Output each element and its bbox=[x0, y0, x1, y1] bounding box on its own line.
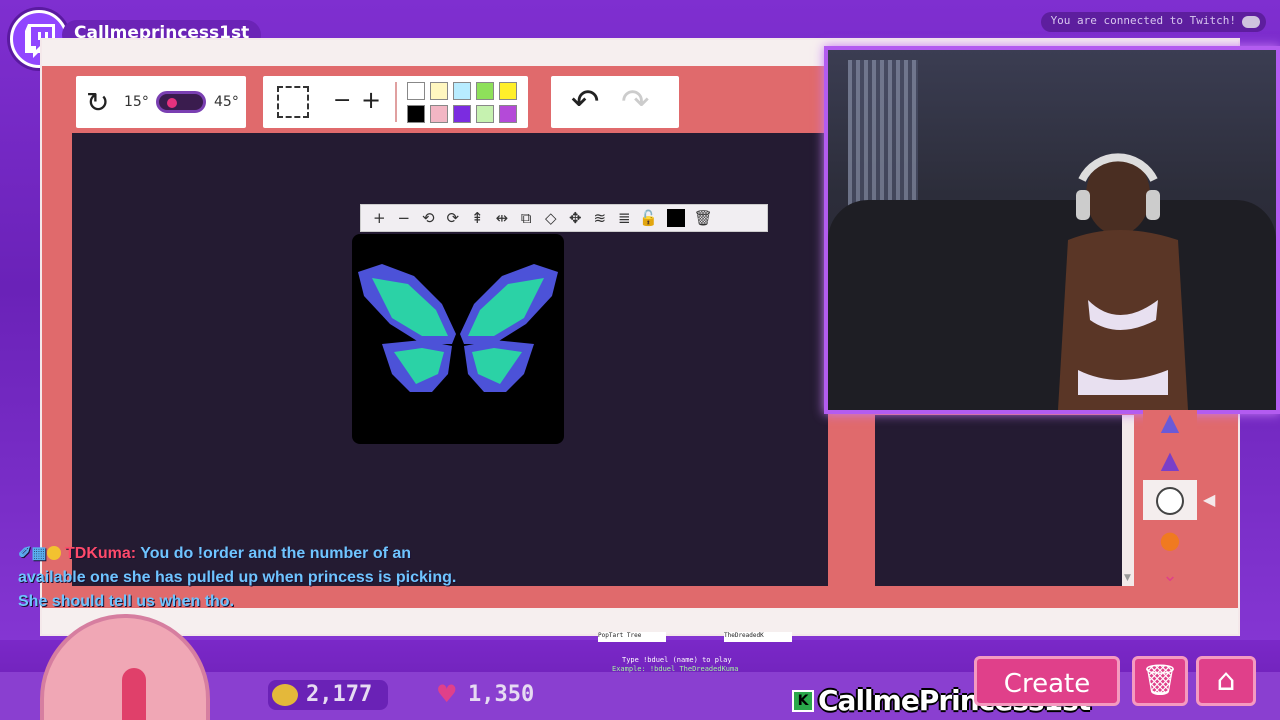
kick-icon: K bbox=[792, 690, 814, 712]
gauge-needle bbox=[122, 668, 146, 720]
duel-player-1: PopTart Tree bbox=[598, 632, 666, 642]
witch-hat-icon[interactable]: ▲ bbox=[1143, 440, 1197, 480]
duplicate-icon[interactable]: ⧉ bbox=[514, 209, 539, 227]
webcam-feed bbox=[824, 46, 1280, 414]
rotation-min-label: 15° bbox=[124, 94, 149, 110]
color-swatch[interactable] bbox=[476, 105, 494, 123]
zoom-out-button[interactable]: − bbox=[333, 88, 351, 113]
coin-count: 2,177 bbox=[306, 682, 373, 707]
toolbar-divider bbox=[395, 82, 397, 122]
connection-status: You are connected to Twitch! bbox=[1040, 12, 1266, 32]
rotation-toggle-knob[interactable] bbox=[167, 98, 177, 108]
layers-icon[interactable]: ≣ bbox=[612, 209, 637, 227]
edit-toolbar: − + bbox=[263, 76, 528, 128]
undo-icon[interactable]: ↶ bbox=[571, 82, 600, 122]
color-swatch[interactable] bbox=[453, 105, 471, 123]
chat-username: TDKuma: bbox=[64, 545, 137, 562]
trash-icon[interactable]: 🗑 bbox=[1132, 656, 1188, 706]
color-swatch[interactable] bbox=[407, 82, 425, 100]
rotation-step-toggle[interactable] bbox=[156, 91, 206, 113]
layer-up-icon[interactable]: ≋ bbox=[588, 209, 613, 227]
panel-scrollbar[interactable] bbox=[1122, 415, 1134, 586]
item-preview-panel bbox=[875, 415, 1122, 586]
circle-tool-icon[interactable] bbox=[1143, 480, 1197, 520]
chevron-down-icon[interactable]: ⌄ bbox=[1143, 556, 1197, 596]
color-swatch[interactable] bbox=[499, 82, 517, 100]
remove-icon[interactable]: − bbox=[392, 209, 417, 227]
color-swatch[interactable] bbox=[430, 105, 448, 123]
duel-example: Example: !bduel TheDreadedKuma bbox=[612, 665, 739, 673]
duel-instruction: Type !bduel (name) to play bbox=[622, 656, 732, 664]
rotate-icon[interactable]: ↻ bbox=[86, 86, 109, 119]
history-toolbar: ↶ ↷ bbox=[551, 76, 679, 128]
add-icon[interactable]: + bbox=[367, 209, 392, 227]
zoom-in-button[interactable]: + bbox=[361, 86, 381, 114]
chat-badge-icons: ✐▦ bbox=[18, 545, 47, 562]
rotate-left-icon[interactable]: ⟲ bbox=[416, 209, 441, 227]
color-swatch[interactable] bbox=[430, 82, 448, 100]
redo-icon[interactable]: ↷ bbox=[621, 82, 650, 122]
trash-icon[interactable]: 🗑 bbox=[691, 209, 716, 227]
butterfly-artwork[interactable] bbox=[352, 234, 564, 444]
rotation-max-label: 45° bbox=[214, 94, 239, 110]
chat-badge-icon bbox=[46, 546, 61, 560]
selection-tool-icon[interactable] bbox=[277, 86, 309, 118]
duel-overlay: PopTart Tree TheDreadedK Type !bduel (na… bbox=[598, 632, 798, 676]
scroll-down-arrow-icon[interactable]: ▼ bbox=[1124, 573, 1131, 583]
flip-vertical-icon[interactable]: ⇞ bbox=[465, 209, 490, 227]
flip-horizontal-icon[interactable]: ⇹ bbox=[490, 209, 515, 227]
color-swatch[interactable] bbox=[407, 105, 425, 123]
create-button[interactable]: Create bbox=[974, 656, 1120, 706]
selected-indicator-icon: ◀ bbox=[1203, 490, 1216, 509]
coin-icon bbox=[272, 684, 298, 706]
webcam-person bbox=[1058, 153, 1188, 410]
color-swatch[interactable] bbox=[499, 105, 517, 123]
pumpkin-icon[interactable]: ● bbox=[1143, 520, 1197, 560]
color-swatch[interactable] bbox=[453, 82, 471, 100]
move-icon[interactable]: ✥ bbox=[563, 209, 588, 227]
layer-down-icon[interactable]: ◇ bbox=[539, 209, 564, 227]
color-swatch[interactable] bbox=[476, 82, 494, 100]
color-palette bbox=[407, 82, 517, 123]
rotate-right-icon[interactable]: ⟳ bbox=[441, 209, 466, 227]
blue-hat-icon[interactable]: ▲ bbox=[1143, 402, 1197, 442]
heart-count: 1,350 bbox=[468, 682, 535, 707]
home-icon[interactable]: ⌂ bbox=[1196, 656, 1256, 706]
heart-icon: ♥ bbox=[436, 680, 458, 708]
object-color-swatch[interactable] bbox=[667, 209, 685, 227]
duel-player-2: TheDreadedK bbox=[724, 632, 792, 642]
object-toolbar: + − ⟲ ⟳ ⇞ ⇹ ⧉ ◇ ✥ ≋ ≣ 🔓 🗑 bbox=[360, 204, 768, 232]
connection-icon bbox=[1242, 16, 1260, 28]
rotation-toolbar: ↻ 15° 45° bbox=[76, 76, 246, 128]
unlock-icon[interactable]: 🔓 bbox=[637, 209, 662, 227]
connection-status-text: You are connected to Twitch! bbox=[1050, 14, 1236, 27]
chat-message: ✐▦ TDKuma: You do !order and the number … bbox=[18, 542, 458, 614]
